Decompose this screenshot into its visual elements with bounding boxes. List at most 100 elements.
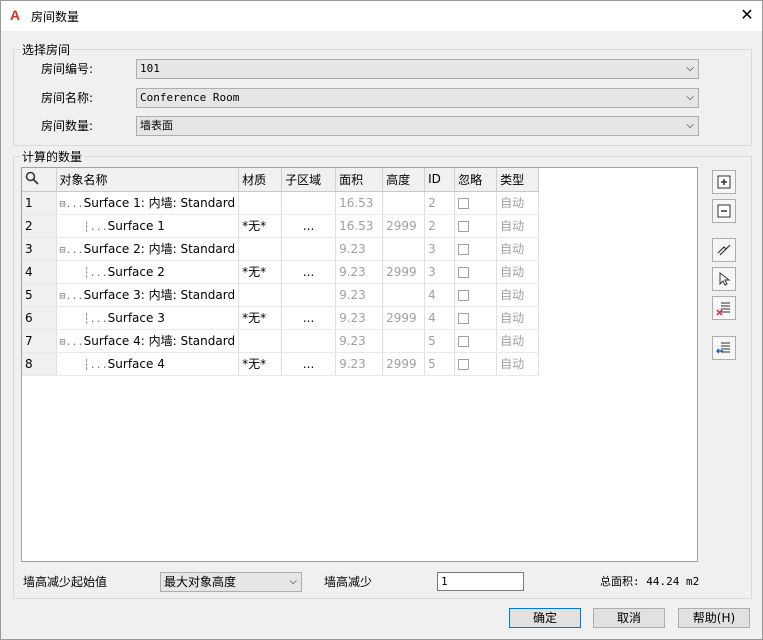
tree-connector-icon: ⊟... bbox=[59, 245, 84, 256]
material-cell[interactable] bbox=[238, 191, 283, 215]
ignore-checkbox[interactable] bbox=[458, 197, 470, 209]
ignore-cell[interactable] bbox=[454, 214, 498, 238]
ignore-checkbox[interactable] bbox=[458, 358, 470, 370]
ignore-checkbox[interactable] bbox=[458, 243, 470, 255]
wall-start-label: 墙高减少起始值 bbox=[23, 575, 108, 589]
subregion-cell[interactable]: ... bbox=[281, 306, 337, 330]
grid-search-cell[interactable] bbox=[22, 168, 57, 192]
object-name-cell[interactable]: ┆...Surface 3 bbox=[56, 306, 240, 330]
cancel-button[interactable]: 取消 bbox=[593, 608, 665, 628]
table-row[interactable]: 5 ⊟...Surface 3: 内墙: Standard 9.23 4 自动 bbox=[22, 283, 540, 307]
ignore-checkbox[interactable] bbox=[458, 312, 470, 324]
material-cell[interactable]: *无* bbox=[238, 306, 283, 330]
object-name-cell[interactable]: ┆...Surface 1 bbox=[56, 214, 240, 238]
row-number[interactable]: 3 bbox=[22, 237, 57, 261]
object-name-cell[interactable]: ⊟...Surface 2: 内墙: Standard bbox=[56, 237, 240, 261]
ignore-cell[interactable] bbox=[454, 352, 498, 376]
quantity-grid: 对象名称 材质 子区域 面积 高度 ID 忽略 类型 1 ⊟...Surface … bbox=[21, 167, 698, 562]
table-row[interactable]: 8 ┆...Surface 4 *无*... 9.23 2999 5 自动 bbox=[22, 352, 540, 376]
row-number[interactable]: 4 bbox=[22, 260, 57, 284]
object-name-cell[interactable]: ⊟...Surface 4: 内墙: Standard bbox=[56, 329, 240, 353]
col-object-name[interactable]: 对象名称 bbox=[56, 168, 240, 192]
subregion-cell[interactable] bbox=[281, 237, 337, 261]
col-height[interactable]: 高度 bbox=[382, 168, 426, 192]
subregion-cell[interactable]: ... bbox=[281, 352, 337, 376]
ignore-checkbox[interactable] bbox=[458, 266, 470, 278]
table-row[interactable]: 2 ┆...Surface 1 *无*... 16.53 2999 2 自动 bbox=[22, 214, 540, 238]
row-number[interactable]: 1 bbox=[22, 191, 57, 215]
col-id[interactable]: ID bbox=[424, 168, 456, 192]
col-area[interactable]: 面积 bbox=[335, 168, 384, 192]
material-cell[interactable]: *无* bbox=[238, 214, 283, 238]
help-button[interactable]: 帮助(H) bbox=[678, 608, 750, 628]
id-cell: 5 bbox=[424, 329, 456, 353]
wall-reduce-input[interactable]: 1 bbox=[437, 572, 524, 591]
object-name-cell[interactable]: ┆...Surface 2 bbox=[56, 260, 240, 284]
row-number[interactable]: 7 bbox=[22, 329, 57, 353]
ignore-cell[interactable] bbox=[454, 306, 498, 330]
subregion-cell[interactable]: ... bbox=[281, 214, 337, 238]
area-cell: 9.23 bbox=[335, 260, 384, 284]
room-quantity-dialog: A 房间数量 ✕ 选择房间 房间编号: 101 ⌵ 房间名称: Conferen… bbox=[0, 0, 763, 640]
col-subregion[interactable]: 子区域 bbox=[281, 168, 337, 192]
material-cell[interactable] bbox=[238, 237, 283, 261]
object-name-cell[interactable]: ⊟...Surface 3: 内墙: Standard bbox=[56, 283, 240, 307]
type-cell: 自动 bbox=[496, 329, 540, 353]
delete-list-icon bbox=[716, 302, 730, 316]
col-type[interactable]: 类型 bbox=[496, 168, 540, 192]
ignore-checkbox[interactable] bbox=[458, 335, 470, 347]
ignore-checkbox[interactable] bbox=[458, 289, 470, 301]
table-row[interactable]: 3 ⊟...Surface 2: 内墙: Standard 9.23 3 自动 bbox=[22, 237, 540, 261]
ignore-cell[interactable] bbox=[454, 329, 498, 353]
ignore-cell[interactable] bbox=[454, 260, 498, 284]
delete-list-button[interactable] bbox=[712, 296, 736, 320]
remove-row-button[interactable] bbox=[712, 199, 736, 223]
col-ignore[interactable]: 忽略 bbox=[454, 168, 498, 192]
height-cell: 2999 bbox=[382, 260, 426, 284]
subregion-cell[interactable]: ... bbox=[281, 260, 337, 284]
table-row[interactable]: 4 ┆...Surface 2 *无*... 9.23 2999 3 自动 bbox=[22, 260, 540, 284]
object-name: Surface 3 bbox=[107, 310, 165, 325]
material-cell[interactable]: *无* bbox=[238, 352, 283, 376]
add-row-button[interactable] bbox=[712, 170, 736, 194]
cursor-select-icon bbox=[719, 271, 731, 286]
col-material[interactable]: 材质 bbox=[238, 168, 283, 192]
table-row[interactable]: 6 ┆...Surface 3 *无*... 9.23 2999 4 自动 bbox=[22, 306, 540, 330]
ok-button[interactable]: 确定 bbox=[509, 608, 581, 628]
subregion-cell[interactable] bbox=[281, 283, 337, 307]
row-number[interactable]: 2 bbox=[22, 214, 57, 238]
close-icon[interactable]: ✕ bbox=[737, 5, 757, 25]
material-cell[interactable] bbox=[238, 283, 283, 307]
room-name-select[interactable]: Conference Room ⌵ bbox=[136, 88, 699, 108]
row-number[interactable]: 6 bbox=[22, 306, 57, 330]
select-cursor-button[interactable] bbox=[712, 267, 736, 291]
select-room-group-label: 选择房间 bbox=[20, 41, 73, 58]
wall-start-select[interactable]: 最大对象高度 ⌵ bbox=[160, 572, 302, 592]
area-cell: 9.23 bbox=[335, 237, 384, 261]
calculated-quantity-group-label: 计算的数量 bbox=[20, 148, 85, 165]
table-row[interactable]: 1 ⊟...Surface 1: 内墙: Standard 16.53 2 自动 bbox=[22, 191, 540, 215]
id-cell: 4 bbox=[424, 283, 456, 307]
pick-hand-icon bbox=[717, 244, 731, 256]
room-number-select[interactable]: 101 ⌵ bbox=[136, 59, 699, 79]
ignore-cell[interactable] bbox=[454, 283, 498, 307]
table-row[interactable]: 7 ⊟...Surface 4: 内墙: Standard 9.23 5 自动 bbox=[22, 329, 540, 353]
object-name-cell[interactable]: ┆...Surface 4 bbox=[56, 352, 240, 376]
row-number[interactable]: 8 bbox=[22, 352, 57, 376]
subregion-cell[interactable] bbox=[281, 329, 337, 353]
id-cell: 3 bbox=[424, 260, 456, 284]
row-number[interactable]: 5 bbox=[22, 283, 57, 307]
room-quantity-select[interactable]: 墙表面 ⌵ bbox=[136, 116, 699, 136]
select-objects-button[interactable] bbox=[712, 238, 736, 262]
material-cell[interactable] bbox=[238, 329, 283, 353]
import-list-button[interactable] bbox=[712, 336, 736, 360]
ignore-checkbox[interactable] bbox=[458, 220, 470, 232]
material-cell[interactable]: *无* bbox=[238, 260, 283, 284]
ignore-cell[interactable] bbox=[454, 237, 498, 261]
ignore-cell[interactable] bbox=[454, 191, 498, 215]
object-name-cell[interactable]: ⊟...Surface 1: 内墙: Standard bbox=[56, 191, 240, 215]
remove-box-icon bbox=[717, 204, 731, 218]
height-cell bbox=[382, 191, 426, 215]
autocad-logo-icon: A bbox=[10, 7, 21, 23]
subregion-cell[interactable] bbox=[281, 191, 337, 215]
